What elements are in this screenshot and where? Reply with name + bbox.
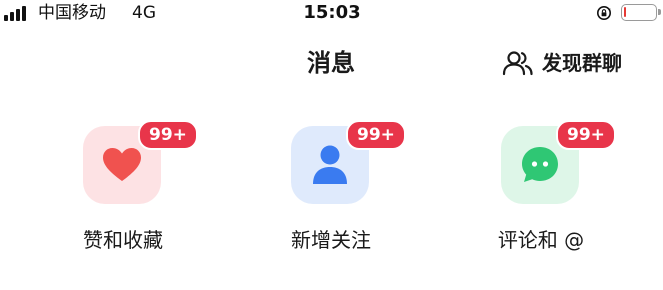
status-time: 15:03	[303, 2, 361, 23]
person-icon	[313, 145, 347, 184]
battery-level	[624, 7, 626, 17]
unread-badge: 99+	[556, 120, 616, 150]
heart-icon	[103, 148, 141, 181]
signal-strength-icon	[4, 5, 26, 21]
comments-and-mentions-tile[interactable]: 99+ 评论和 @	[463, 120, 633, 260]
chat-bubble-icon	[522, 147, 558, 182]
new-followers-tile[interactable]: 99+ 新增关注	[253, 120, 423, 260]
tile-label: 新增关注	[291, 228, 371, 252]
tile-label: 评论和 @	[497, 228, 585, 252]
unread-badge: 99+	[346, 120, 406, 150]
discover-group-chat-button[interactable]: 发现群聊	[502, 47, 622, 79]
unread-badge: 99+	[138, 120, 198, 150]
tile-label: 赞和收藏	[83, 228, 163, 252]
group-chat-label: 发现群聊	[542, 51, 622, 75]
page-title: 消息	[307, 49, 355, 77]
network-type: 4G	[132, 3, 156, 23]
battery-icon	[621, 4, 661, 21]
likes-and-favorites-tile[interactable]: 99+ 赞和收藏	[45, 120, 215, 260]
rotation-lock-icon	[597, 6, 611, 20]
status-bar: 中国移动 4G 15:03	[0, 0, 663, 28]
messages-screen: 中国移动 4G 15:03 消息 发现群聊 99+ 赞和收藏 99+ 新增关注 …	[0, 0, 663, 290]
people-icon	[502, 51, 533, 76]
carrier-name: 中国移动	[38, 3, 106, 23]
